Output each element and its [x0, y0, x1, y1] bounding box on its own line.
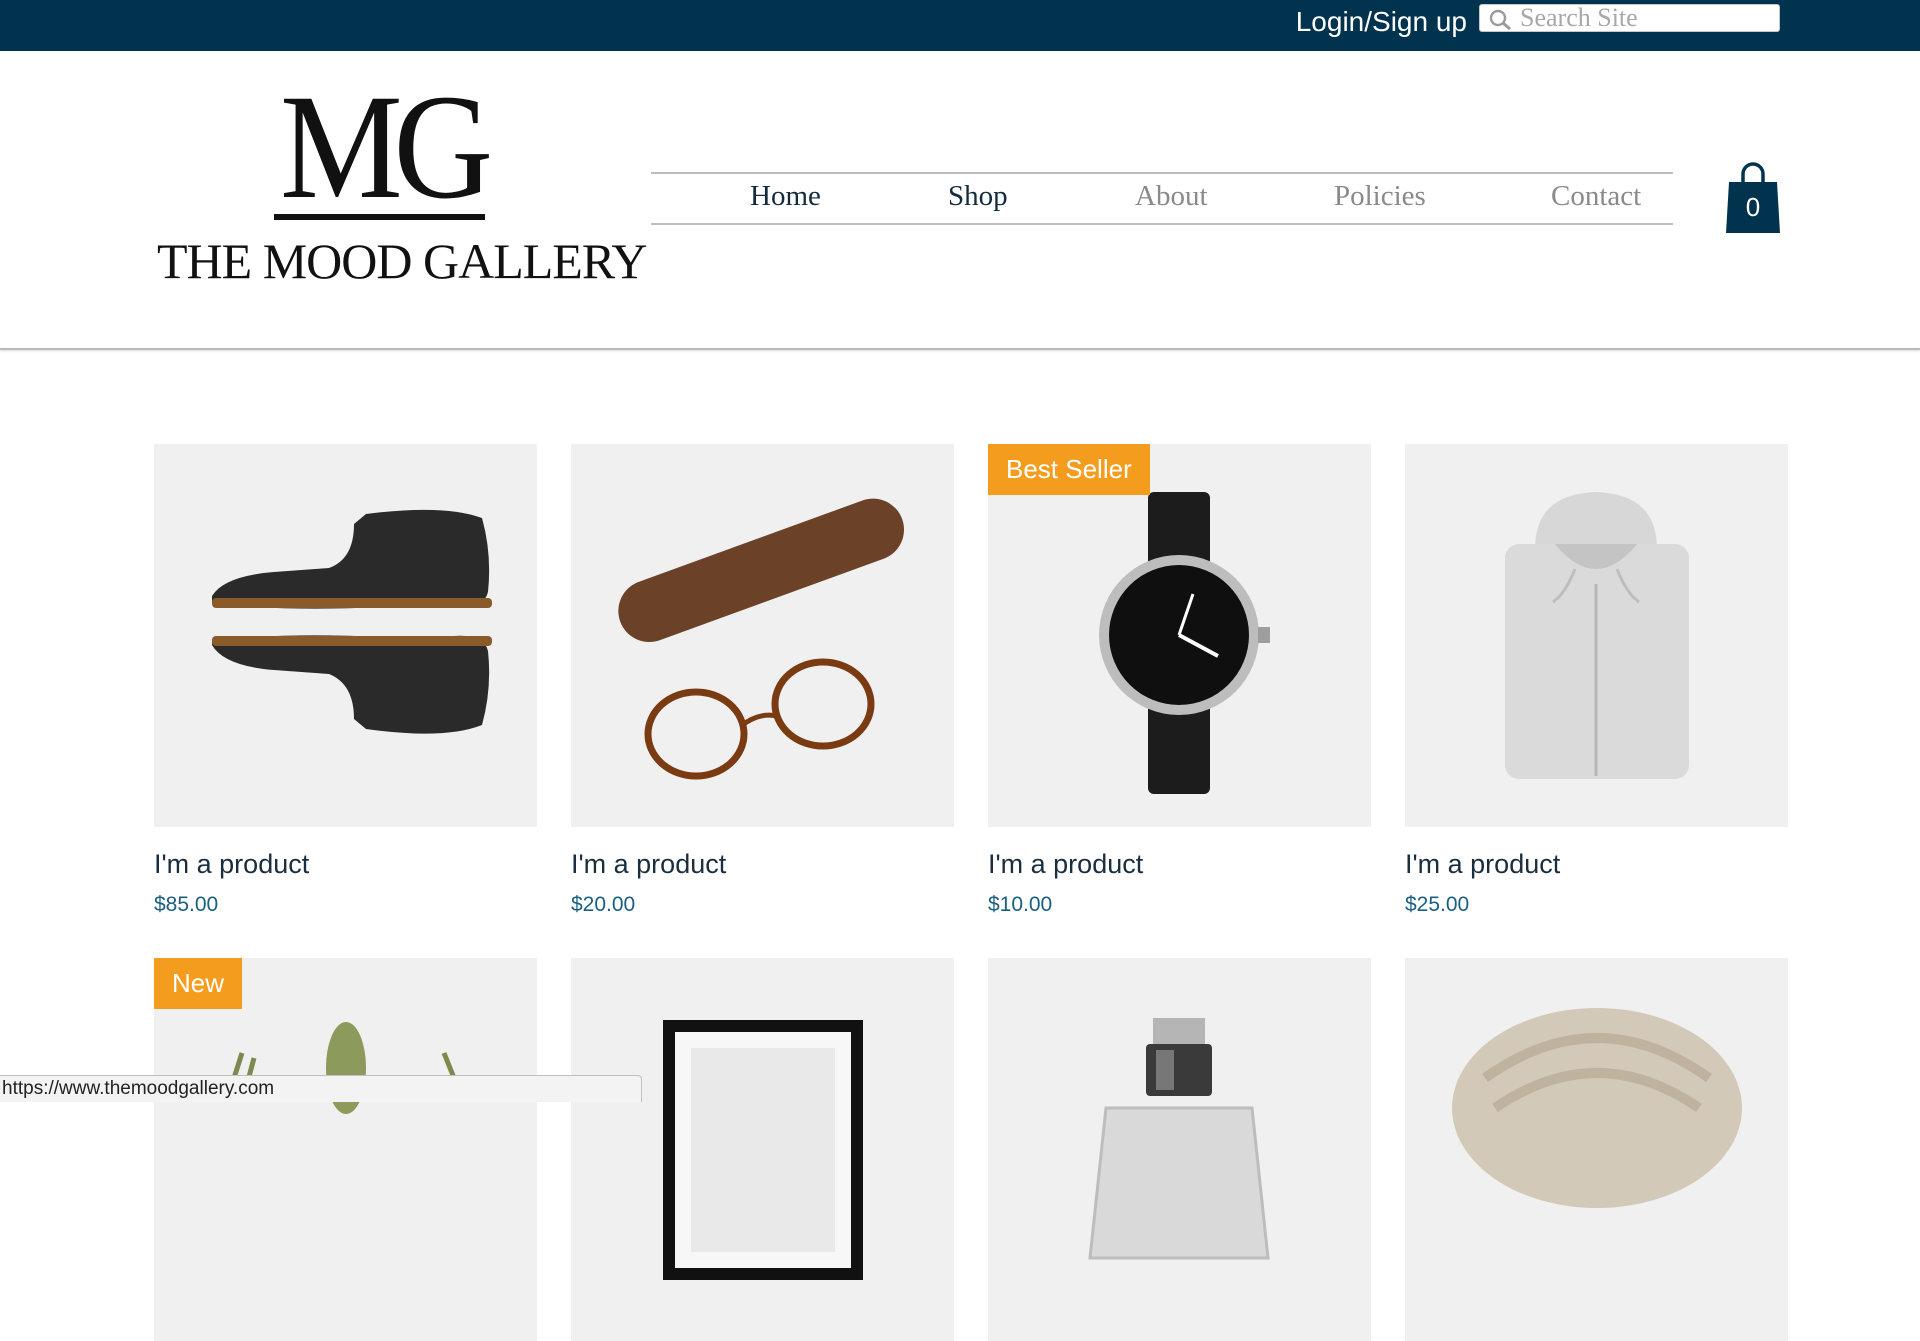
logo-wordmark[interactable]: THE MOOD GALLERY	[157, 232, 648, 290]
logo-underline	[274, 214, 485, 220]
status-bar-url: https://www.themoodgallery.com	[0, 1075, 642, 1102]
hoodie-illustration	[1505, 492, 1689, 779]
search-input[interactable]	[1520, 6, 1770, 30]
frame-illustration	[663, 1020, 863, 1280]
product-image-cactus[interactable]: New	[154, 958, 537, 1341]
product-price: $25.00	[1405, 893, 1470, 916]
cactus-illustration	[231, 1022, 457, 1114]
glasses-illustration	[618, 498, 904, 780]
nav-policies[interactable]: Policies	[1334, 176, 1426, 216]
nav-about[interactable]: About	[1135, 176, 1208, 216]
product-name[interactable]: I'm a product	[1405, 849, 1560, 880]
product-name[interactable]: I'm a product	[988, 849, 1143, 880]
scarf-illustration	[1452, 1008, 1742, 1208]
top-bar: Login/Sign up	[0, 0, 1920, 51]
product-image-watch[interactable]: Best Seller	[988, 444, 1371, 827]
search-icon	[1489, 9, 1511, 31]
login-signup-link[interactable]: Login/Sign up	[1296, 4, 1467, 40]
product-price: $85.00	[154, 893, 219, 916]
nav-shop[interactable]: Shop	[948, 176, 1008, 216]
product-price: $10.00	[988, 893, 1053, 916]
product-name[interactable]: I'm a product	[571, 849, 726, 880]
header-divider	[0, 348, 1920, 350]
product-price: $20.00	[571, 893, 636, 916]
product-name[interactable]: I'm a product	[154, 849, 309, 880]
logo-monogram[interactable]: MG	[272, 72, 493, 222]
product-image-glasses[interactable]	[571, 444, 954, 827]
nav-home[interactable]: Home	[750, 176, 821, 216]
product-image-hoodie[interactable]	[1405, 444, 1788, 827]
product-image-perfume[interactable]	[988, 958, 1371, 1341]
product-image-frame[interactable]	[571, 958, 954, 1341]
product-image-boots[interactable]	[154, 444, 537, 827]
perfume-illustration	[1088, 1018, 1270, 1260]
search-box[interactable]	[1479, 4, 1780, 32]
watch-illustration	[1099, 492, 1270, 794]
best-seller-badge: Best Seller	[988, 444, 1150, 495]
product-image-scarf[interactable]	[1405, 958, 1788, 1341]
new-badge: New	[154, 958, 243, 1009]
cart-count: 0	[1745, 192, 1761, 222]
boots-illustration	[212, 509, 492, 734]
nav-contact[interactable]: Contact	[1551, 176, 1641, 216]
